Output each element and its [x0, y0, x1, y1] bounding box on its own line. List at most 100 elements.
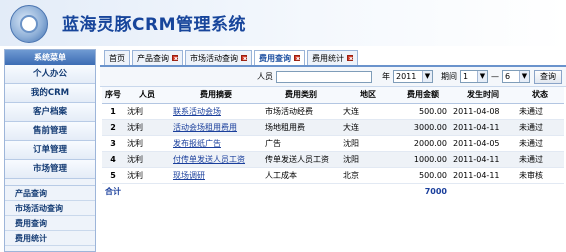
app-title: 蓝海灵豚CRM管理系统	[62, 15, 246, 35]
row-region: 沈阳	[340, 151, 396, 168]
tab-bar: 首页 产品查询 市场活动查询 费用查询 费用统计	[100, 49, 566, 67]
main-content: 首页 产品查询 市场活动查询 费用查询 费用统计 人员 年 2011 ▼ 期间 …	[100, 49, 566, 252]
row-region: 大连	[340, 103, 396, 120]
person-label: 人员	[257, 72, 273, 81]
close-icon[interactable]	[294, 55, 300, 61]
col-region: 地区	[340, 87, 396, 104]
row-person: 沈利	[124, 135, 170, 152]
submenu-item-campaign-query[interactable]: 市场活动查询	[5, 201, 95, 216]
row-person: 沈利	[124, 167, 170, 184]
row-region: 沈阳	[340, 135, 396, 152]
table-row: 4 沈利 付传单发送人员工资 传单发送人员工资 沈阳 1000.00 2011-…	[102, 151, 564, 168]
row-amount: 3000.00	[396, 119, 450, 136]
row-category: 场地租用费	[262, 119, 340, 136]
row-date: 2011-04-08	[450, 103, 516, 120]
filter-bar: 人员 年 2011 ▼ 期间 1 ▼ — 6 ▼ 查询	[100, 67, 566, 87]
table-row: 2 沈利 活动会场租用费用 场地租用费 大连 3000.00 2011-04-1…	[102, 119, 564, 136]
row-summary-link[interactable]: 联系活动会场	[170, 103, 262, 120]
menu-item-orders[interactable]: 订单管理	[5, 141, 95, 160]
row-category: 市场活动经费	[262, 103, 340, 120]
expense-table: 序号 人员 费用摘要 费用类别 地区 费用金额 发生时间 状态 1 沈利 联系活…	[102, 87, 564, 199]
year-select[interactable]: 2011 ▼	[393, 70, 433, 83]
chevron-down-icon: ▼	[477, 71, 487, 82]
submenu-item-expense-stats[interactable]: 费用统计	[5, 231, 95, 246]
tab-campaign-query[interactable]: 市场活动查询	[185, 50, 252, 65]
tab-product-query[interactable]: 产品查询	[132, 50, 183, 65]
period-from-value: 1	[463, 72, 469, 81]
row-amount: 1000.00	[396, 151, 450, 168]
submenu: 产品查询 市场活动查询 费用查询 费用统计	[5, 185, 95, 246]
period-from-select[interactable]: 1 ▼	[460, 70, 488, 83]
row-person: 沈利	[124, 103, 170, 120]
search-button[interactable]: 查询	[534, 69, 562, 84]
row-date: 2011-04-11	[450, 119, 516, 136]
row-no: 4	[102, 151, 124, 168]
tab-home[interactable]: 首页	[104, 50, 130, 65]
row-summary-link[interactable]: 现场调研	[170, 167, 262, 184]
year-value: 2011	[396, 72, 417, 81]
period-separator: —	[491, 72, 499, 81]
sidebar: 系统菜单 个人办公 我的CRM 客户档案 售前管理 订单管理 市场管理 产品查询…	[4, 49, 96, 252]
menu-item-presales[interactable]: 售前管理	[5, 122, 95, 141]
col-amount: 费用金额	[396, 87, 450, 104]
table-row: 1 沈利 联系活动会场 市场活动经费 大连 500.00 2011-04-08 …	[102, 103, 564, 120]
row-summary-link[interactable]: 付传单发送人员工资	[170, 151, 262, 168]
period-label: 期间	[441, 72, 457, 81]
row-status: 未通过	[516, 135, 564, 152]
row-region: 大连	[340, 119, 396, 136]
sidebar-header: 系统菜单	[5, 50, 95, 65]
close-icon[interactable]	[172, 55, 178, 61]
period-to-select[interactable]: 6 ▼	[502, 70, 530, 83]
col-category: 费用类别	[262, 87, 340, 104]
period-to-value: 6	[505, 72, 511, 81]
row-no: 2	[102, 119, 124, 136]
col-status: 状态	[516, 87, 564, 104]
app-header: 蓝海灵豚CRM管理系统	[0, 0, 566, 46]
row-amount: 500.00	[396, 167, 450, 184]
person-input[interactable]	[276, 70, 372, 83]
row-date: 2011-04-05	[450, 135, 516, 152]
submenu-item-expense-query[interactable]: 费用查询	[5, 216, 95, 231]
chevron-down-icon: ▼	[519, 71, 529, 82]
menu-item-my-crm[interactable]: 我的CRM	[5, 84, 95, 103]
row-no: 1	[102, 103, 124, 120]
tab-expense-stats[interactable]: 费用统计	[307, 50, 358, 65]
row-status: 未审核	[516, 167, 564, 184]
col-date: 发生时间	[450, 87, 516, 104]
tab-label: 市场活动查询	[190, 53, 238, 63]
row-amount: 500.00	[396, 103, 450, 120]
tab-expense-query[interactable]: 费用查询	[254, 50, 305, 65]
col-summary: 费用摘要	[170, 87, 262, 104]
menu-item-personal-office[interactable]: 个人办公	[5, 65, 95, 84]
row-amount: 2000.00	[396, 135, 450, 152]
tab-label: 费用查询	[259, 53, 291, 63]
row-category: 人工成本	[262, 167, 340, 184]
table-header-row: 序号 人员 费用摘要 费用类别 地区 费用金额 发生时间 状态	[102, 87, 564, 104]
table-row: 5 沈利 现场调研 人工成本 北京 500.00 2011-04-11 未审核	[102, 167, 564, 184]
tab-label: 产品查询	[137, 53, 169, 63]
tab-label: 费用统计	[312, 53, 344, 63]
row-status: 未通过	[516, 151, 564, 168]
row-person: 沈利	[124, 119, 170, 136]
year-label: 年	[382, 72, 390, 81]
chevron-down-icon: ▼	[422, 71, 432, 82]
row-summary-link[interactable]: 发布报纸广告	[170, 135, 262, 152]
total-row: 合计 7000	[102, 183, 564, 199]
row-date: 2011-04-11	[450, 167, 516, 184]
submenu-item-product-query[interactable]: 产品查询	[5, 186, 95, 201]
close-icon[interactable]	[347, 55, 353, 61]
col-no: 序号	[102, 87, 124, 104]
row-status: 未通过	[516, 103, 564, 120]
row-summary-link[interactable]: 活动会场租用费用	[170, 119, 262, 136]
row-category: 广告	[262, 135, 340, 152]
close-icon[interactable]	[241, 55, 247, 61]
menu-item-marketing[interactable]: 市场管理	[5, 160, 95, 179]
row-category: 传单发送人员工资	[262, 151, 340, 168]
tab-label: 首页	[109, 53, 125, 63]
row-date: 2011-04-11	[450, 151, 516, 168]
total-amount: 7000	[424, 186, 447, 196]
menu-item-customer-archive[interactable]: 客户档案	[5, 103, 95, 122]
logo-icon	[10, 5, 48, 43]
row-person: 沈利	[124, 151, 170, 168]
row-no: 3	[102, 135, 124, 152]
